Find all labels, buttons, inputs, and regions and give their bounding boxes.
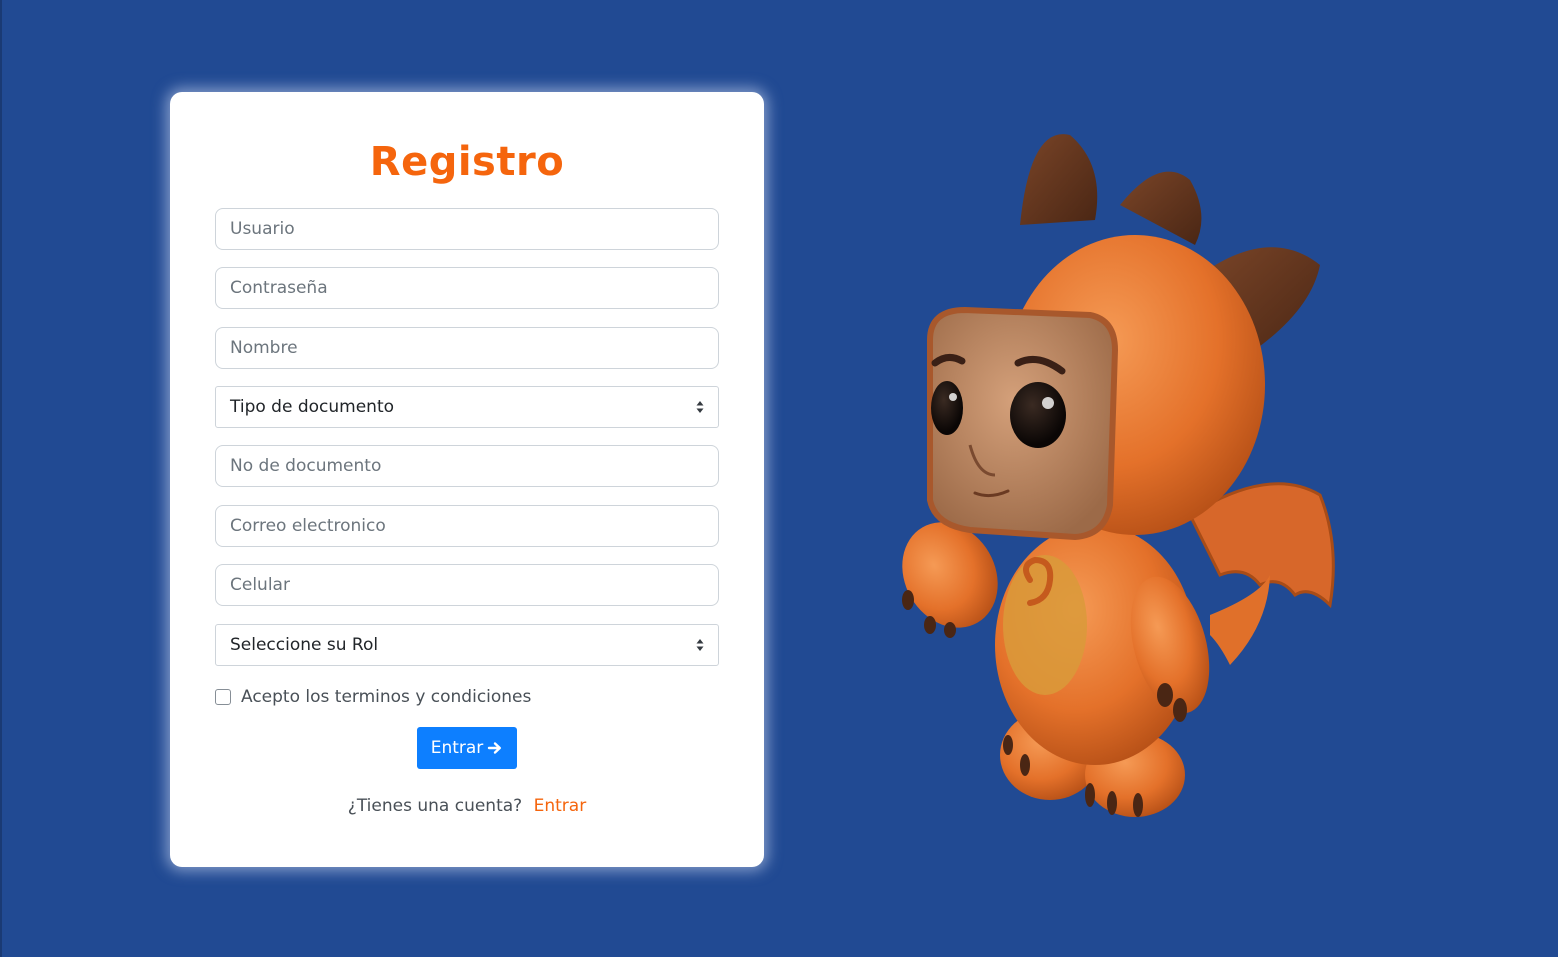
terms-label[interactable]: Acepto los terminos y condiciones (241, 687, 531, 707)
contrasena-input[interactable] (215, 267, 719, 309)
login-prompt-text: ¿Tienes una cuenta? (347, 796, 523, 816)
select-arrows-icon (696, 639, 704, 651)
tipo-documento-select[interactable]: Tipo de documento (215, 386, 719, 428)
select-arrows-icon (696, 401, 704, 413)
left-edge-divider (0, 0, 2, 957)
no-documento-input[interactable] (215, 445, 719, 487)
terms-row: Acepto los terminos y condiciones (215, 685, 531, 709)
correo-input[interactable] (215, 505, 719, 547)
nombre-input[interactable] (215, 327, 719, 369)
login-prompt: ¿Tienes una cuenta? Entrar (170, 796, 764, 816)
terms-checkbox[interactable] (215, 689, 231, 705)
celular-input[interactable] (215, 564, 719, 606)
usuario-input[interactable] (215, 208, 719, 250)
page-title: Registro (369, 139, 565, 185)
submit-button[interactable]: Entrar (417, 727, 517, 769)
tipo-documento-value: Tipo de documento (230, 397, 395, 417)
dragon-mascot-illustration (902, 134, 1335, 817)
rol-value: Seleccione su Rol (230, 635, 379, 655)
submit-label: Entrar (430, 738, 484, 758)
login-link[interactable]: Entrar (534, 796, 587, 816)
registration-card: Registro Tipo de documento Seleccione su… (170, 92, 764, 867)
rol-select[interactable]: Seleccione su Rol (215, 624, 719, 666)
arrow-right-icon (488, 742, 502, 754)
